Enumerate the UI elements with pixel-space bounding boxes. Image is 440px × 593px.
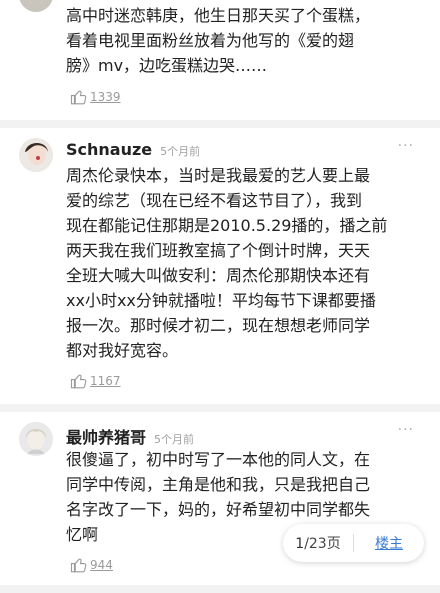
- thumbs-up-icon: [70, 90, 87, 105]
- comment-line: 看着电视里面粉丝放着为他写的《爱的翅: [66, 31, 355, 50]
- username[interactable]: 最帅养猪哥 5个月前: [66, 424, 194, 448]
- thumbs-up-icon: [70, 374, 87, 389]
- avatar-image: [19, 422, 53, 456]
- like-count: 944: [90, 558, 113, 572]
- comment-line: 很傻逼了，初中时写了一本他的同人文，在: [66, 450, 371, 469]
- comment-line: 两天我在我们班教室搞了个倒计时牌，天天: [66, 241, 371, 260]
- total-pages: /23页: [304, 536, 341, 552]
- username[interactable]: Schnauze 5个月前: [66, 140, 200, 159]
- comment-line: 现在都能记住那期是2010.5.29播的，播之前: [66, 216, 388, 235]
- op-only-button[interactable]: 楼主: [354, 533, 424, 553]
- comment-body: 高中时迷恋韩庚，他生日那天买了个蛋糕， 看着电视里面粉丝放着为他写的《爱的翅 膀…: [66, 3, 418, 78]
- like-button[interactable]: 944: [70, 556, 113, 574]
- like-button[interactable]: 1339: [70, 88, 121, 106]
- comment-line: 都对我好宽容。: [66, 341, 179, 360]
- current-page: 1: [295, 536, 305, 552]
- comment-line: 同学中传阅，主角是他和我，只是我把自己: [66, 475, 371, 494]
- comment-line: xx小时xx分钟就播啦！平均每节下课都要播: [66, 291, 376, 310]
- comment-time: 5个月前: [160, 145, 201, 158]
- page-indicator[interactable]: 1/23页: [283, 533, 353, 553]
- comment-time: 5个月前: [154, 433, 195, 446]
- more-options-icon[interactable]: ···: [398, 138, 414, 154]
- comment-line: 报一次。那时候才初二，现在想想老师同学: [66, 316, 371, 335]
- divider: [0, 404, 440, 412]
- page-navigator: 1/23页 楼主: [283, 524, 424, 562]
- avatar-image: [19, 138, 53, 172]
- avatar[interactable]: [19, 422, 53, 456]
- comment-line: 全班大喊大叫做安利：周杰伦那期快本还有: [66, 266, 371, 285]
- like-count: 1339: [90, 90, 121, 104]
- divider: [0, 585, 440, 593]
- comment-line: 爱的综艺（现在已经不看这节目了），我到: [66, 191, 363, 210]
- avatar[interactable]: [19, 0, 53, 12]
- comment-body: 周杰伦录快本，当时是我最爱的艺人要上最 爱的综艺（现在已经不看这节目了），我到 …: [66, 163, 418, 363]
- thumbs-up-icon: [70, 558, 87, 573]
- divider: [0, 120, 440, 128]
- username-text: Schnauze: [66, 140, 153, 159]
- comment-line: 周杰伦录快本，当时是我最爱的艺人要上最: [66, 166, 371, 185]
- like-count: 1167: [90, 374, 121, 388]
- comment-line: 高中时迷恋韩庚，他生日那天买了个蛋糕，: [66, 6, 371, 25]
- like-button[interactable]: 1167: [70, 372, 121, 390]
- comment-line: 膀》mv，边吃蛋糕边哭……: [66, 56, 268, 75]
- avatar[interactable]: [19, 138, 53, 172]
- username-text: 最帅养猪哥: [66, 428, 147, 447]
- comment-line: 名字改了一下，妈的，好希望初中同学都失: [66, 500, 371, 519]
- more-options-icon[interactable]: ···: [398, 422, 414, 438]
